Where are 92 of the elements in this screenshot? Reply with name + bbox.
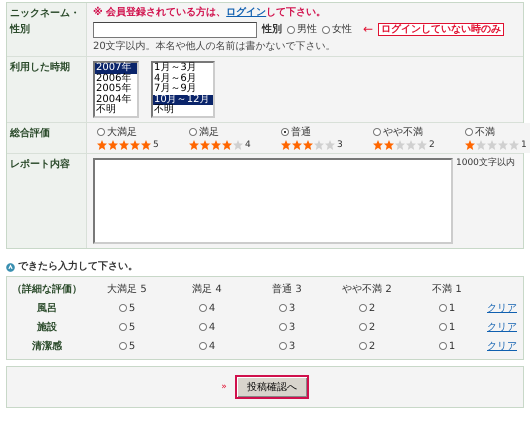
empty-star-icon	[487, 140, 497, 150]
rating-radio[interactable]: 不満	[465, 126, 530, 138]
column-header: 普通 3	[272, 284, 302, 296]
list-option[interactable]: 2007年	[95, 63, 137, 74]
empty-star-icon	[233, 140, 243, 150]
empty-star-icon	[476, 140, 486, 150]
score-text: 2	[429, 140, 435, 150]
rating-radio[interactable]: 5	[118, 340, 136, 352]
score-text: 3	[337, 140, 343, 150]
rating-radio[interactable]: 3	[278, 340, 296, 352]
nickname-field[interactable]	[93, 22, 257, 38]
clear-link[interactable]: クリア	[487, 322, 517, 334]
rating-radio[interactable]: 4	[198, 302, 216, 314]
column-header: やや不満 2	[342, 284, 392, 296]
rating-radio[interactable]: 4	[198, 322, 216, 334]
row-label: 施設	[37, 322, 57, 334]
login-link[interactable]: ログイン	[226, 7, 266, 18]
table-header: （詳細な評価）	[12, 284, 82, 296]
rating-radio[interactable]: 普通	[281, 126, 369, 138]
filled-star-icon	[222, 140, 232, 150]
empty-star-icon	[498, 140, 508, 150]
year-listbox[interactable]: 2007年 2006年 2005年 2004年 不明	[93, 61, 139, 118]
filled-star-icon	[200, 140, 210, 150]
column-header: 不満 1	[432, 284, 462, 296]
clear-link[interactable]: クリア	[487, 340, 517, 352]
list-option[interactable]: 2006年	[95, 74, 137, 84]
rating-radio[interactable]: 2	[358, 302, 376, 314]
confirm-button[interactable]: 投稿確認へ	[234, 374, 309, 399]
gender-radio[interactable]: 男性	[287, 24, 317, 36]
score-text: 4	[245, 140, 251, 150]
clear-link[interactable]: クリア	[487, 302, 517, 314]
hint-text: 20文字以内。本名や他人の名前は書かないで下さい。	[93, 40, 336, 52]
empty-star-icon	[395, 140, 405, 150]
rating-radio[interactable]: 1	[438, 340, 456, 352]
filled-star-icon	[465, 140, 475, 150]
list-option[interactable]: 不明	[95, 105, 137, 116]
filled-star-icon	[211, 140, 221, 150]
empty-star-icon	[325, 140, 335, 150]
gender-radio[interactable]: 女性	[322, 24, 352, 36]
rating-radio[interactable]: 4	[198, 340, 216, 352]
filled-star-icon	[384, 140, 394, 150]
report-field[interactable]	[93, 158, 453, 244]
rating-radio[interactable]: 1	[438, 322, 456, 334]
rating-radio[interactable]: 2	[358, 340, 376, 352]
filled-star-icon	[130, 140, 140, 150]
list-option[interactable]: 4月～6月	[153, 74, 213, 84]
empty-star-icon	[417, 140, 427, 150]
score-text: 5	[153, 140, 159, 150]
score-text: 1	[521, 140, 527, 150]
arrow-text: ←	[363, 22, 374, 36]
filled-star-icon	[119, 140, 129, 150]
row-label: 風呂	[37, 302, 57, 314]
list-option[interactable]: 1月～3月	[153, 63, 213, 74]
rating-radio[interactable]: 大満足	[97, 126, 185, 138]
filled-star-icon	[292, 140, 302, 150]
annotation-label: ログインしていない時のみ	[378, 22, 504, 36]
filled-star-icon	[373, 140, 383, 150]
field-label: レポート内容	[10, 159, 70, 171]
list-option[interactable]: 2004年	[95, 94, 137, 105]
empty-star-icon	[509, 140, 519, 150]
rating-radio[interactable]: 5	[118, 302, 136, 314]
list-option[interactable]: 2005年	[95, 84, 137, 94]
filled-star-icon	[97, 140, 107, 150]
info-icon	[6, 262, 15, 272]
column-header: 満足 4	[192, 284, 222, 296]
filled-star-icon	[141, 140, 151, 150]
column-header: 大満足 5	[107, 284, 147, 296]
optional-note: できたら入力して下さい。	[18, 261, 138, 273]
field-label: 利用した時期	[10, 62, 70, 74]
rating-radio[interactable]: 満足	[189, 126, 277, 138]
filled-star-icon	[108, 140, 118, 150]
gender-label: 性別	[262, 24, 282, 36]
notice-text: ※ 会員登録されている方は、ログイン して下さい。	[93, 7, 326, 18]
marker-text: »	[221, 382, 227, 392]
empty-star-icon	[406, 140, 416, 150]
limit-text: 1000文字以内	[456, 158, 515, 169]
empty-star-icon	[314, 140, 324, 150]
rating-radio[interactable]: 3	[278, 322, 296, 334]
filled-star-icon	[189, 140, 199, 150]
row-label: 清潔感	[32, 340, 62, 352]
rating-radio[interactable]: 1	[438, 302, 456, 314]
rating-radio[interactable]: 5	[118, 322, 136, 334]
filled-star-icon	[303, 140, 313, 150]
rating-radio[interactable]: 3	[278, 302, 296, 314]
list-option[interactable]: 7月～9月	[153, 84, 213, 94]
rating-radio[interactable]: やや不満	[373, 126, 461, 138]
filled-star-icon	[281, 140, 291, 150]
field-label: ニックネーム・	[10, 8, 80, 20]
rating-radio[interactable]: 2	[358, 322, 376, 334]
list-option[interactable]: 不明	[153, 105, 213, 116]
field-label: 総合評価	[10, 128, 50, 139]
field-label: 性別	[10, 24, 30, 35]
